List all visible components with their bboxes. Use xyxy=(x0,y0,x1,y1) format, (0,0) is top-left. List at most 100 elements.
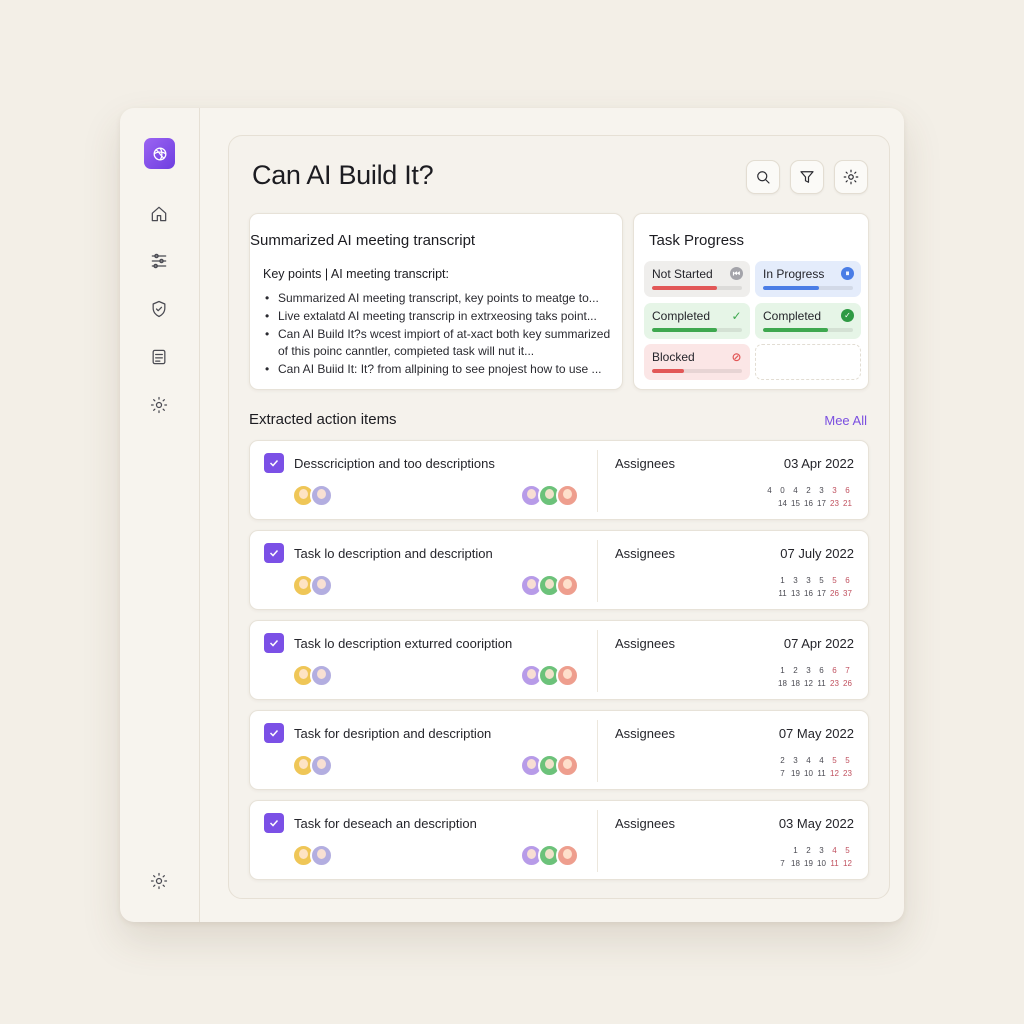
calendar-day[interactable]: 0 xyxy=(776,484,789,497)
avatar[interactable] xyxy=(556,754,579,777)
calendar-day[interactable]: 7 xyxy=(841,664,854,677)
calendar-day[interactable]: 11 xyxy=(776,587,789,600)
calendar-day[interactable]: 17 xyxy=(815,587,828,600)
calendar-day[interactable]: 3 xyxy=(815,844,828,857)
document-icon[interactable] xyxy=(148,346,170,368)
calendar-day[interactable]: 4 xyxy=(802,754,815,767)
calendar-day[interactable]: 6 xyxy=(841,484,854,497)
calendar-day[interactable]: 11 xyxy=(815,677,828,690)
calendar-day[interactable]: 37 xyxy=(841,587,854,600)
mini-calendar[interactable]: 2 3 4 4 5 5 7 19 10 11 12 23 xyxy=(776,754,854,780)
gear-icon[interactable] xyxy=(148,394,170,416)
calendar-day[interactable]: 5 xyxy=(841,754,854,767)
calendar-day[interactable]: 4 xyxy=(828,844,841,857)
calendar-day[interactable]: 19 xyxy=(789,767,802,780)
task-checkbox[interactable] xyxy=(264,723,284,743)
avatar[interactable] xyxy=(310,754,333,777)
calendar-day[interactable]: 14 xyxy=(776,497,789,510)
calendar-day[interactable]: 1 xyxy=(789,844,802,857)
calendar-day[interactable]: 3 xyxy=(802,574,815,587)
calendar-day[interactable]: 10 xyxy=(815,857,828,870)
avatar[interactable] xyxy=(310,574,333,597)
calendar-day[interactable]: 4 xyxy=(789,484,802,497)
calendar-day[interactable]: 3 xyxy=(789,754,802,767)
calendar-day[interactable]: 7 xyxy=(776,767,789,780)
filter-button[interactable] xyxy=(790,160,824,194)
calendar-day[interactable]: 2 xyxy=(802,844,815,857)
action-item-row[interactable]: Task for desription and description Assig… xyxy=(249,710,869,790)
calendar-day[interactable]: 12 xyxy=(802,677,815,690)
calendar-day[interactable]: 6 xyxy=(841,574,854,587)
bottom-gear-icon[interactable] xyxy=(148,870,170,892)
see-all-link[interactable]: Mee All xyxy=(824,413,867,428)
calendar-day[interactable]: 4 xyxy=(815,754,828,767)
action-item-row[interactable]: Task lo description and description Assig… xyxy=(249,530,869,610)
avatar[interactable] xyxy=(556,484,579,507)
calendar-day[interactable]: 2 xyxy=(802,484,815,497)
calendar-day[interactable]: 6 xyxy=(815,664,828,677)
task-checkbox[interactable] xyxy=(264,813,284,833)
status-tile[interactable]: In Progress ⏸ xyxy=(755,261,861,297)
calendar-day[interactable]: 18 xyxy=(789,857,802,870)
status-tile[interactable]: Completed ✓ xyxy=(644,303,750,339)
calendar-day[interactable]: 12 xyxy=(841,857,854,870)
calendar-day[interactable]: 1 xyxy=(776,574,789,587)
task-checkbox[interactable] xyxy=(264,633,284,653)
mini-calendar[interactable]: 1 2 3 6 6 7 18 18 12 11 23 26 xyxy=(776,664,854,690)
calendar-day[interactable]: 5 xyxy=(828,574,841,587)
calendar-day[interactable]: 26 xyxy=(828,587,841,600)
avatar[interactable] xyxy=(556,574,579,597)
calendar-day[interactable]: 23 xyxy=(828,677,841,690)
calendar-day[interactable]: 19 xyxy=(802,857,815,870)
mini-calendar[interactable]: 1 2 3 4 5 7 18 19 10 11 12 xyxy=(776,844,854,870)
calendar-day[interactable]: 5 xyxy=(841,844,854,857)
app-logo[interactable] xyxy=(144,138,175,169)
status-tile[interactable]: Blocked ⊘ xyxy=(644,344,750,380)
status-tile[interactable]: Completed ✓ xyxy=(755,303,861,339)
shield-check-icon[interactable] xyxy=(148,298,170,320)
calendar-day[interactable]: 18 xyxy=(776,677,789,690)
mini-calendar[interactable]: 1 3 3 5 5 6 11 13 16 17 26 37 xyxy=(776,574,854,600)
settings-button[interactable] xyxy=(834,160,868,194)
avatar[interactable] xyxy=(310,844,333,867)
calendar-day[interactable]: 7 xyxy=(776,857,789,870)
calendar-day[interactable]: 5 xyxy=(828,754,841,767)
calendar-day[interactable]: 4 xyxy=(763,484,776,497)
calendar-day[interactable]: 10 xyxy=(802,767,815,780)
calendar-day[interactable]: 3 xyxy=(815,484,828,497)
calendar-day[interactable]: 23 xyxy=(841,767,854,780)
calendar-day[interactable]: 3 xyxy=(789,574,802,587)
sliders-icon[interactable] xyxy=(148,250,170,272)
calendar-day[interactable]: 6 xyxy=(828,664,841,677)
task-checkbox[interactable] xyxy=(264,543,284,563)
avatar[interactable] xyxy=(310,664,333,687)
home-icon[interactable] xyxy=(148,203,170,225)
calendar-day[interactable]: 3 xyxy=(802,664,815,677)
action-item-row[interactable]: Desscriciption and too descriptions Assig… xyxy=(249,440,869,520)
calendar-day[interactable]: 12 xyxy=(828,767,841,780)
avatar[interactable] xyxy=(556,844,579,867)
calendar-day[interactable]: 15 xyxy=(789,497,802,510)
calendar-day[interactable]: 1 xyxy=(776,664,789,677)
action-item-row[interactable]: Task for deseach an description Assignees… xyxy=(249,800,869,880)
calendar-day[interactable]: 23 xyxy=(828,497,841,510)
calendar-day[interactable]: 16 xyxy=(802,497,815,510)
avatar[interactable] xyxy=(310,484,333,507)
action-item-row[interactable]: Task lo description exturred cooription A… xyxy=(249,620,869,700)
calendar-day[interactable]: 26 xyxy=(841,677,854,690)
calendar-day[interactable]: 11 xyxy=(828,857,841,870)
calendar-day[interactable]: 18 xyxy=(789,677,802,690)
calendar-day[interactable]: 13 xyxy=(789,587,802,600)
calendar-day[interactable]: 5 xyxy=(815,574,828,587)
avatar[interactable] xyxy=(556,664,579,687)
calendar-day[interactable]: 2 xyxy=(776,754,789,767)
search-button[interactable] xyxy=(746,160,780,194)
calendar-day[interactable]: 11 xyxy=(815,767,828,780)
calendar-day[interactable]: 3 xyxy=(828,484,841,497)
task-checkbox[interactable] xyxy=(264,453,284,473)
calendar-day[interactable]: 21 xyxy=(841,497,854,510)
calendar-day[interactable]: 16 xyxy=(802,587,815,600)
calendar-day[interactable]: 17 xyxy=(815,497,828,510)
calendar-day[interactable]: 2 xyxy=(789,664,802,677)
status-tile[interactable]: Not Started ⏮ xyxy=(644,261,750,297)
